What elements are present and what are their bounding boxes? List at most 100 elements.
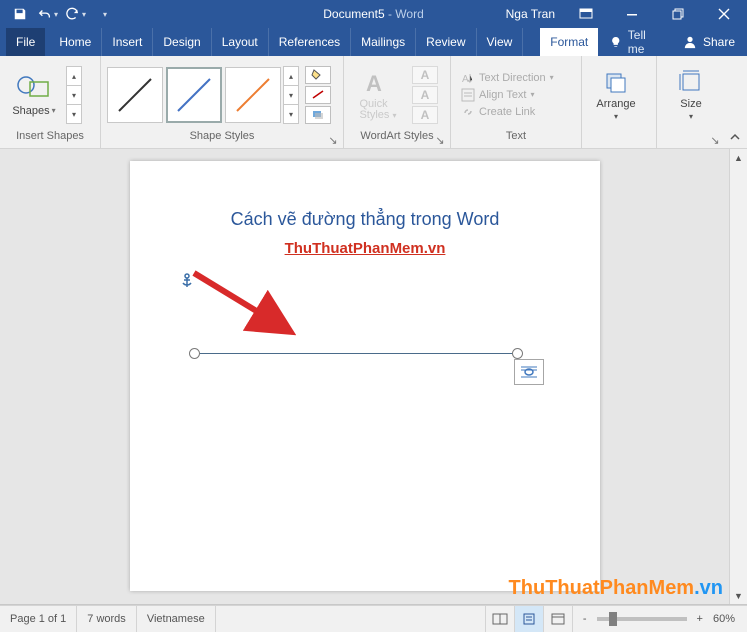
shape-style-gallery[interactable] <box>107 67 281 123</box>
document-canvas[interactable]: Cách vẽ đường thẳng trong Word ThuThuatP… <box>0 149 747 605</box>
tab-references[interactable]: References <box>269 28 351 56</box>
gallery-more-icon[interactable]: ▾ <box>66 104 82 124</box>
restore-button[interactable] <box>655 0 701 28</box>
text-outline-button: A <box>412 86 438 104</box>
vertical-scrollbar[interactable]: ▲ ▼ <box>729 149 747 604</box>
ribbon-display-options-button[interactable] <box>563 0 609 28</box>
quick-access-toolbar: ▾ ▾ ▾ <box>0 3 116 25</box>
size-button[interactable]: Size ▾ <box>663 66 719 123</box>
shapes-icon <box>16 73 52 103</box>
tab-format[interactable]: Format <box>540 28 598 56</box>
title-bar: ▾ ▾ ▾ Document5 - Word Nga Tran <box>0 0 747 28</box>
document-page[interactable]: Cách vẽ đường thẳng trong Word ThuThuatP… <box>130 161 600 591</box>
tab-view[interactable]: View <box>477 28 524 56</box>
tab-home[interactable]: Home <box>49 28 102 56</box>
document-name: Document5 <box>323 7 384 21</box>
shapes-button[interactable]: Shapes▾ <box>6 71 62 119</box>
lightbulb-icon <box>610 35 622 49</box>
text-effects-button: A <box>412 106 438 124</box>
zoom-thumb[interactable] <box>609 612 617 626</box>
group-wordart-styles: A QuickStyles ▾ A A A WordArt Styles ↘ <box>344 56 451 148</box>
create-link-button: Create Link <box>461 105 554 119</box>
group-label-text: Text <box>457 130 575 146</box>
scroll-up-button[interactable]: ▲ <box>730 149 747 166</box>
tab-design[interactable]: Design <box>153 28 211 56</box>
link-icon <box>461 105 475 119</box>
share-label: Share <box>703 35 735 49</box>
tab-file[interactable]: File <box>6 28 45 56</box>
group-label-wordart: WordArt Styles ↘ <box>350 130 444 146</box>
quick-styles-icon: A <box>363 69 393 97</box>
arrange-button[interactable]: Arrange ▾ <box>588 66 644 123</box>
resize-handle-right[interactable] <box>512 348 523 359</box>
save-button[interactable] <box>8 3 32 25</box>
gallery-down-icon[interactable]: ▾ <box>66 85 82 105</box>
share-icon <box>683 35 697 49</box>
text-fill-button: A <box>412 66 438 84</box>
layout-options-button[interactable] <box>514 359 544 385</box>
zoom-control: - + 60% <box>572 606 747 632</box>
tab-layout[interactable]: Layout <box>212 28 269 56</box>
svg-text:A: A <box>366 71 382 96</box>
read-mode-button[interactable] <box>485 606 514 632</box>
tell-me-search[interactable]: Tell me <box>598 28 671 56</box>
ribbon-tabs: File Home Insert Design Layout Reference… <box>0 28 747 56</box>
gallery-up-icon[interactable]: ▴ <box>283 66 299 86</box>
group-text: A Text Direction▾ Align Text▾ Create Lin… <box>451 56 582 148</box>
shape-style-scroll[interactable]: ▴ ▾ ▾ <box>283 66 299 123</box>
text-direction-button: A Text Direction▾ <box>461 71 554 85</box>
doc-heading: Cách vẽ đường thẳng trong Word <box>130 209 600 230</box>
wordart-launcher[interactable]: ↘ <box>434 134 446 146</box>
zoom-level[interactable]: 60% <box>707 613 741 625</box>
zoom-out-button[interactable]: - <box>579 613 591 625</box>
user-account[interactable]: Nga Tran <box>498 7 563 21</box>
gallery-more-icon[interactable]: ▾ <box>283 104 299 124</box>
svg-text:A: A <box>462 74 469 85</box>
share-button[interactable]: Share <box>671 35 747 49</box>
shape-style-3[interactable] <box>225 67 281 123</box>
redo-button[interactable]: ▾ <box>64 3 88 25</box>
shape-fill-button[interactable] <box>305 66 331 84</box>
insert-shapes-scroll[interactable]: ▴ ▾ ▾ <box>66 66 82 123</box>
zoom-in-button[interactable]: + <box>693 613 707 625</box>
group-label-size: ↘ <box>663 130 719 146</box>
layout-options-icon <box>519 364 539 380</box>
group-shape-styles: ▴ ▾ ▾ Shape Styles ↘ <box>101 56 344 148</box>
group-label-shape-styles: Shape Styles ↘ <box>107 130 337 146</box>
tab-mailings[interactable]: Mailings <box>351 28 416 56</box>
zoom-slider[interactable] <box>597 617 687 621</box>
arrange-icon <box>601 68 631 96</box>
status-language[interactable]: Vietnamese <box>137 606 216 632</box>
align-text-button: Align Text▾ <box>461 88 554 102</box>
doc-link: ThuThuatPhanMem.vn <box>130 240 600 257</box>
status-page[interactable]: Page 1 of 1 <box>0 606 77 632</box>
tab-review[interactable]: Review <box>416 28 476 56</box>
shape-outline-button[interactable] <box>305 86 331 104</box>
status-word-count[interactable]: 7 words <box>77 606 137 632</box>
size-launcher[interactable]: ↘ <box>709 134 721 146</box>
status-bar: Page 1 of 1 7 words Vietnamese - + 60% <box>0 605 747 632</box>
gallery-down-icon[interactable]: ▾ <box>283 85 299 105</box>
shape-style-2[interactable] <box>166 67 222 123</box>
tab-insert[interactable]: Insert <box>102 28 153 56</box>
shape-styles-launcher[interactable]: ↘ <box>327 134 339 146</box>
selected-line-shape[interactable] <box>194 353 518 357</box>
tell-me-label: Tell me <box>628 28 659 56</box>
collapse-ribbon-button[interactable] <box>727 130 743 146</box>
web-layout-button[interactable] <box>543 606 572 632</box>
close-button[interactable] <box>701 0 747 28</box>
quick-styles-button[interactable]: A QuickStyles ▾ <box>350 67 406 123</box>
shape-effects-button[interactable] <box>305 106 331 124</box>
group-label-insert-shapes: Insert Shapes <box>6 130 94 146</box>
resize-handle-left[interactable] <box>189 348 200 359</box>
scroll-down-button[interactable]: ▼ <box>730 587 747 604</box>
group-arrange: Arrange ▾ <box>582 56 657 148</box>
annotation-arrow-icon <box>186 265 306 345</box>
undo-button[interactable]: ▾ <box>36 3 60 25</box>
user-name: Nga Tran <box>506 7 555 21</box>
minimize-button[interactable] <box>609 0 655 28</box>
gallery-up-icon[interactable]: ▴ <box>66 66 82 86</box>
print-layout-button[interactable] <box>514 606 543 632</box>
shape-style-1[interactable] <box>107 67 163 123</box>
qat-customize-button[interactable]: ▾ <box>92 3 116 25</box>
